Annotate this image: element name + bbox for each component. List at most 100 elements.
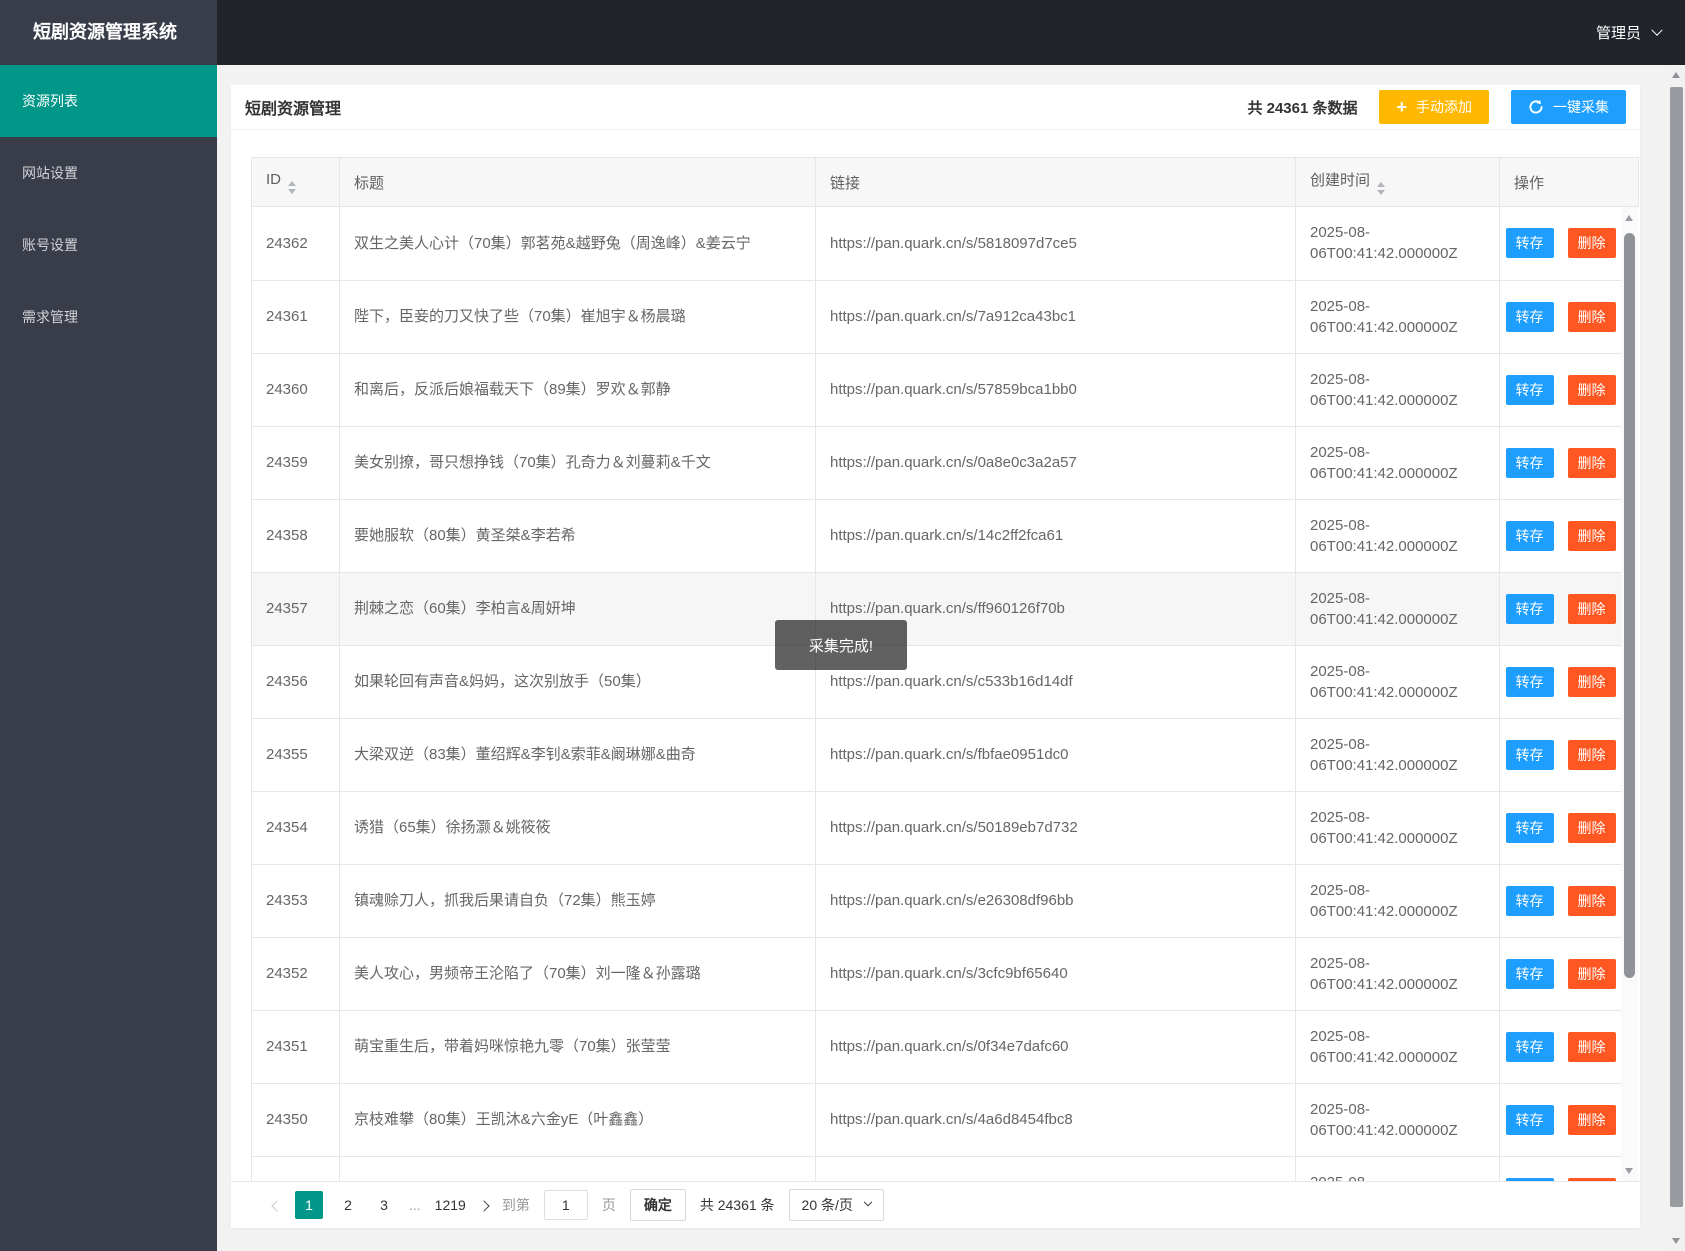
row-created-cell: 2025-08-06T00:41:42.000000Z: [1295, 644, 1500, 719]
transfer-button[interactable]: 转存: [1505, 1104, 1554, 1135]
chevron-down-icon: [1651, 24, 1663, 36]
page-number-1219[interactable]: 1219: [435, 1197, 466, 1213]
sidebar-item-0[interactable]: 资源列表: [0, 65, 217, 137]
page-number-1[interactable]: 1: [295, 1191, 323, 1219]
window-scrollbar[interactable]: [1668, 65, 1685, 1251]
transfer-button[interactable]: 转存: [1505, 447, 1554, 478]
row-title-cell: 双生之美人心计（70集）郭茗苑&越野兔（周逸峰）&姜云宁: [339, 207, 816, 281]
delete-button[interactable]: 删除: [1567, 374, 1616, 405]
delete-button[interactable]: 删除: [1567, 739, 1616, 770]
pagination-bar: 123... 1219 到第 页 确定 共 24361 条 20 条/页: [231, 1181, 1640, 1228]
delete-button[interactable]: 删除: [1567, 447, 1616, 478]
column-label: ID: [266, 170, 281, 188]
content-card: 短剧资源管理 共 24361 条数据 + 手动添加 一键采集 ID 标题 链接 创建时…: [231, 85, 1640, 1228]
manual-add-button[interactable]: + 手动添加: [1379, 90, 1489, 124]
confirm-button[interactable]: 确定: [629, 1189, 686, 1221]
transfer-button[interactable]: 转存: [1505, 1031, 1554, 1062]
row-actions-cell: 转存删除: [1499, 425, 1622, 500]
scroll-up-icon[interactable]: [1625, 215, 1633, 221]
transfer-button[interactable]: 转存: [1505, 885, 1554, 916]
row-title-cell: 美女别撩，哥只想挣钱（70集）孔奇力＆刘蔓莉&千文: [339, 425, 816, 500]
row-id-cell: 24361: [251, 279, 340, 354]
transfer-button[interactable]: 转存: [1505, 958, 1554, 989]
table-row: 24351 萌宝重生后，带着妈咪惊艳九零（70集）张莹莹 https://pan.q…: [251, 1009, 1622, 1084]
row-created-cell: 2025-08-06T00:41:42.000000Z: [1295, 1155, 1500, 1182]
transfer-button[interactable]: 转存: [1505, 228, 1554, 259]
row-title-cell: 大梁双逆（83集）董绍辉&李钊&索菲&阚琳娜&曲奇: [339, 717, 816, 792]
sidebar-item-2[interactable]: 账号设置: [0, 209, 217, 281]
page-number-2[interactable]: 2: [337, 1197, 359, 1213]
delete-button[interactable]: 删除: [1567, 666, 1616, 697]
row-title-cell: 和离后，反派后娘福载天下（89集）罗欢＆郭静: [339, 352, 816, 427]
chevron-left-icon: [271, 1200, 283, 1212]
transfer-button[interactable]: 转存: [1505, 666, 1554, 697]
column-header-0[interactable]: ID: [251, 157, 340, 207]
table-body-viewport: 24362 双生之美人心计（70集）郭茗苑&越野兔（周逸峰）&姜云宁 https:/…: [251, 207, 1638, 1182]
sidebar: 资源列表 网站设置 账号设置 需求管理: [0, 65, 217, 1251]
row-title-cell: 荆棘之恋（60集）李柏言&周妍坤: [339, 571, 816, 646]
row-actions-cell: 转存删除: [1499, 936, 1622, 1011]
row-title-cell: 诱猎（65集）徐扬灏＆姚筱筱: [339, 790, 816, 865]
scroll-down-icon[interactable]: [1672, 1238, 1680, 1244]
column-label: 标题: [354, 174, 385, 192]
pagination-total: 共 24361 条: [699, 1197, 775, 1213]
row-actions-cell: 转存删除: [1499, 1155, 1622, 1182]
column-label: 操作: [1514, 174, 1545, 192]
table-scrollbar[interactable]: [1621, 207, 1638, 1182]
sidebar-item-1[interactable]: 网站设置: [0, 137, 217, 209]
prev-page-button[interactable]: [271, 1197, 283, 1213]
table-row: 24353 镇魂赊刀人，抓我后果请自负（72集）熊玉婷 https://pan.qu…: [251, 863, 1622, 938]
row-actions-cell: 转存删除: [1499, 571, 1622, 646]
column-header-2: 链接: [815, 157, 1296, 207]
delete-button[interactable]: 删除: [1567, 958, 1616, 989]
page-title: 短剧资源管理: [245, 101, 342, 118]
row-title-cell: 要她服软（80集）黄圣桀&李若希: [339, 498, 816, 573]
row-id-cell: 24350: [251, 1082, 340, 1157]
delete-button[interactable]: 删除: [1567, 885, 1616, 916]
row-id-cell: 24362: [251, 207, 340, 281]
page-unit-label: 页: [601, 1197, 616, 1213]
row-link-cell: https://pan.quark.cn/s/0a8e0c3a2a57: [815, 425, 1296, 500]
delete-button[interactable]: 删除: [1567, 228, 1616, 259]
delete-button[interactable]: 删除: [1567, 301, 1616, 332]
row-title-cell: 美人攻心，男频帝王沦陷了（70集）刘一隆＆孙露璐: [339, 936, 816, 1011]
page-number-3[interactable]: 3: [373, 1197, 395, 1213]
caret-up-icon: [1377, 182, 1386, 187]
delete-button[interactable]: 删除: [1567, 593, 1616, 624]
scroll-down-icon[interactable]: [1625, 1168, 1633, 1174]
page-ellipsis: ...: [409, 1197, 421, 1213]
plus-icon: +: [1396, 97, 1407, 117]
transfer-button[interactable]: 转存: [1505, 593, 1554, 624]
delete-button[interactable]: 删除: [1567, 812, 1616, 843]
next-page-button[interactable]: [478, 1197, 490, 1213]
table-row: 24360 和离后，反派后娘福载天下（89集）罗欢＆郭静 https://pan.q…: [251, 352, 1622, 427]
row-id-cell: 24357: [251, 571, 340, 646]
transfer-button[interactable]: 转存: [1505, 301, 1554, 332]
row-link-cell: https://pan.quark.cn/s/7a912ca43bc1: [815, 279, 1296, 354]
column-header-3[interactable]: 创建时间: [1295, 157, 1500, 207]
table-row: 24362 双生之美人心计（70集）郭茗苑&越野兔（周逸峰）&姜云宁 https:/…: [251, 207, 1622, 281]
table-scrollbar-thumb[interactable]: [1624, 233, 1635, 978]
transfer-button[interactable]: 转存: [1505, 520, 1554, 551]
delete-button[interactable]: 删除: [1567, 520, 1616, 551]
scroll-up-icon[interactable]: [1672, 72, 1680, 78]
sidebar-item-3[interactable]: 需求管理: [0, 281, 217, 353]
row-id-cell: 24351: [251, 1009, 340, 1084]
transfer-button[interactable]: 转存: [1505, 374, 1554, 405]
row-actions-cell: 转存删除: [1499, 498, 1622, 573]
row-title-cell: 镇魂赊刀人，抓我后果请自负（72集）熊玉婷: [339, 863, 816, 938]
transfer-button[interactable]: 转存: [1505, 739, 1554, 770]
caret-down-icon: [288, 188, 296, 194]
delete-button[interactable]: 删除: [1567, 1104, 1616, 1135]
user-menu[interactable]: 管理员: [1596, 0, 1663, 65]
table-row: 2025-08-06T00:41:42.000000Z转存删除: [251, 1155, 1622, 1182]
page-size-select[interactable]: 20 条/页: [788, 1189, 884, 1221]
chevron-down-icon: [863, 1197, 873, 1207]
delete-button[interactable]: 删除: [1567, 1031, 1616, 1062]
page-numbers: 1 2 3... 1219: [295, 1191, 466, 1219]
total-count: 共 24361 条数据: [1247, 99, 1358, 117]
transfer-button[interactable]: 转存: [1505, 812, 1554, 843]
window-scrollbar-thumb[interactable]: [1670, 87, 1683, 1207]
goto-page-input[interactable]: [543, 1190, 588, 1220]
one-click-collect-button[interactable]: 一键采集: [1511, 90, 1626, 124]
